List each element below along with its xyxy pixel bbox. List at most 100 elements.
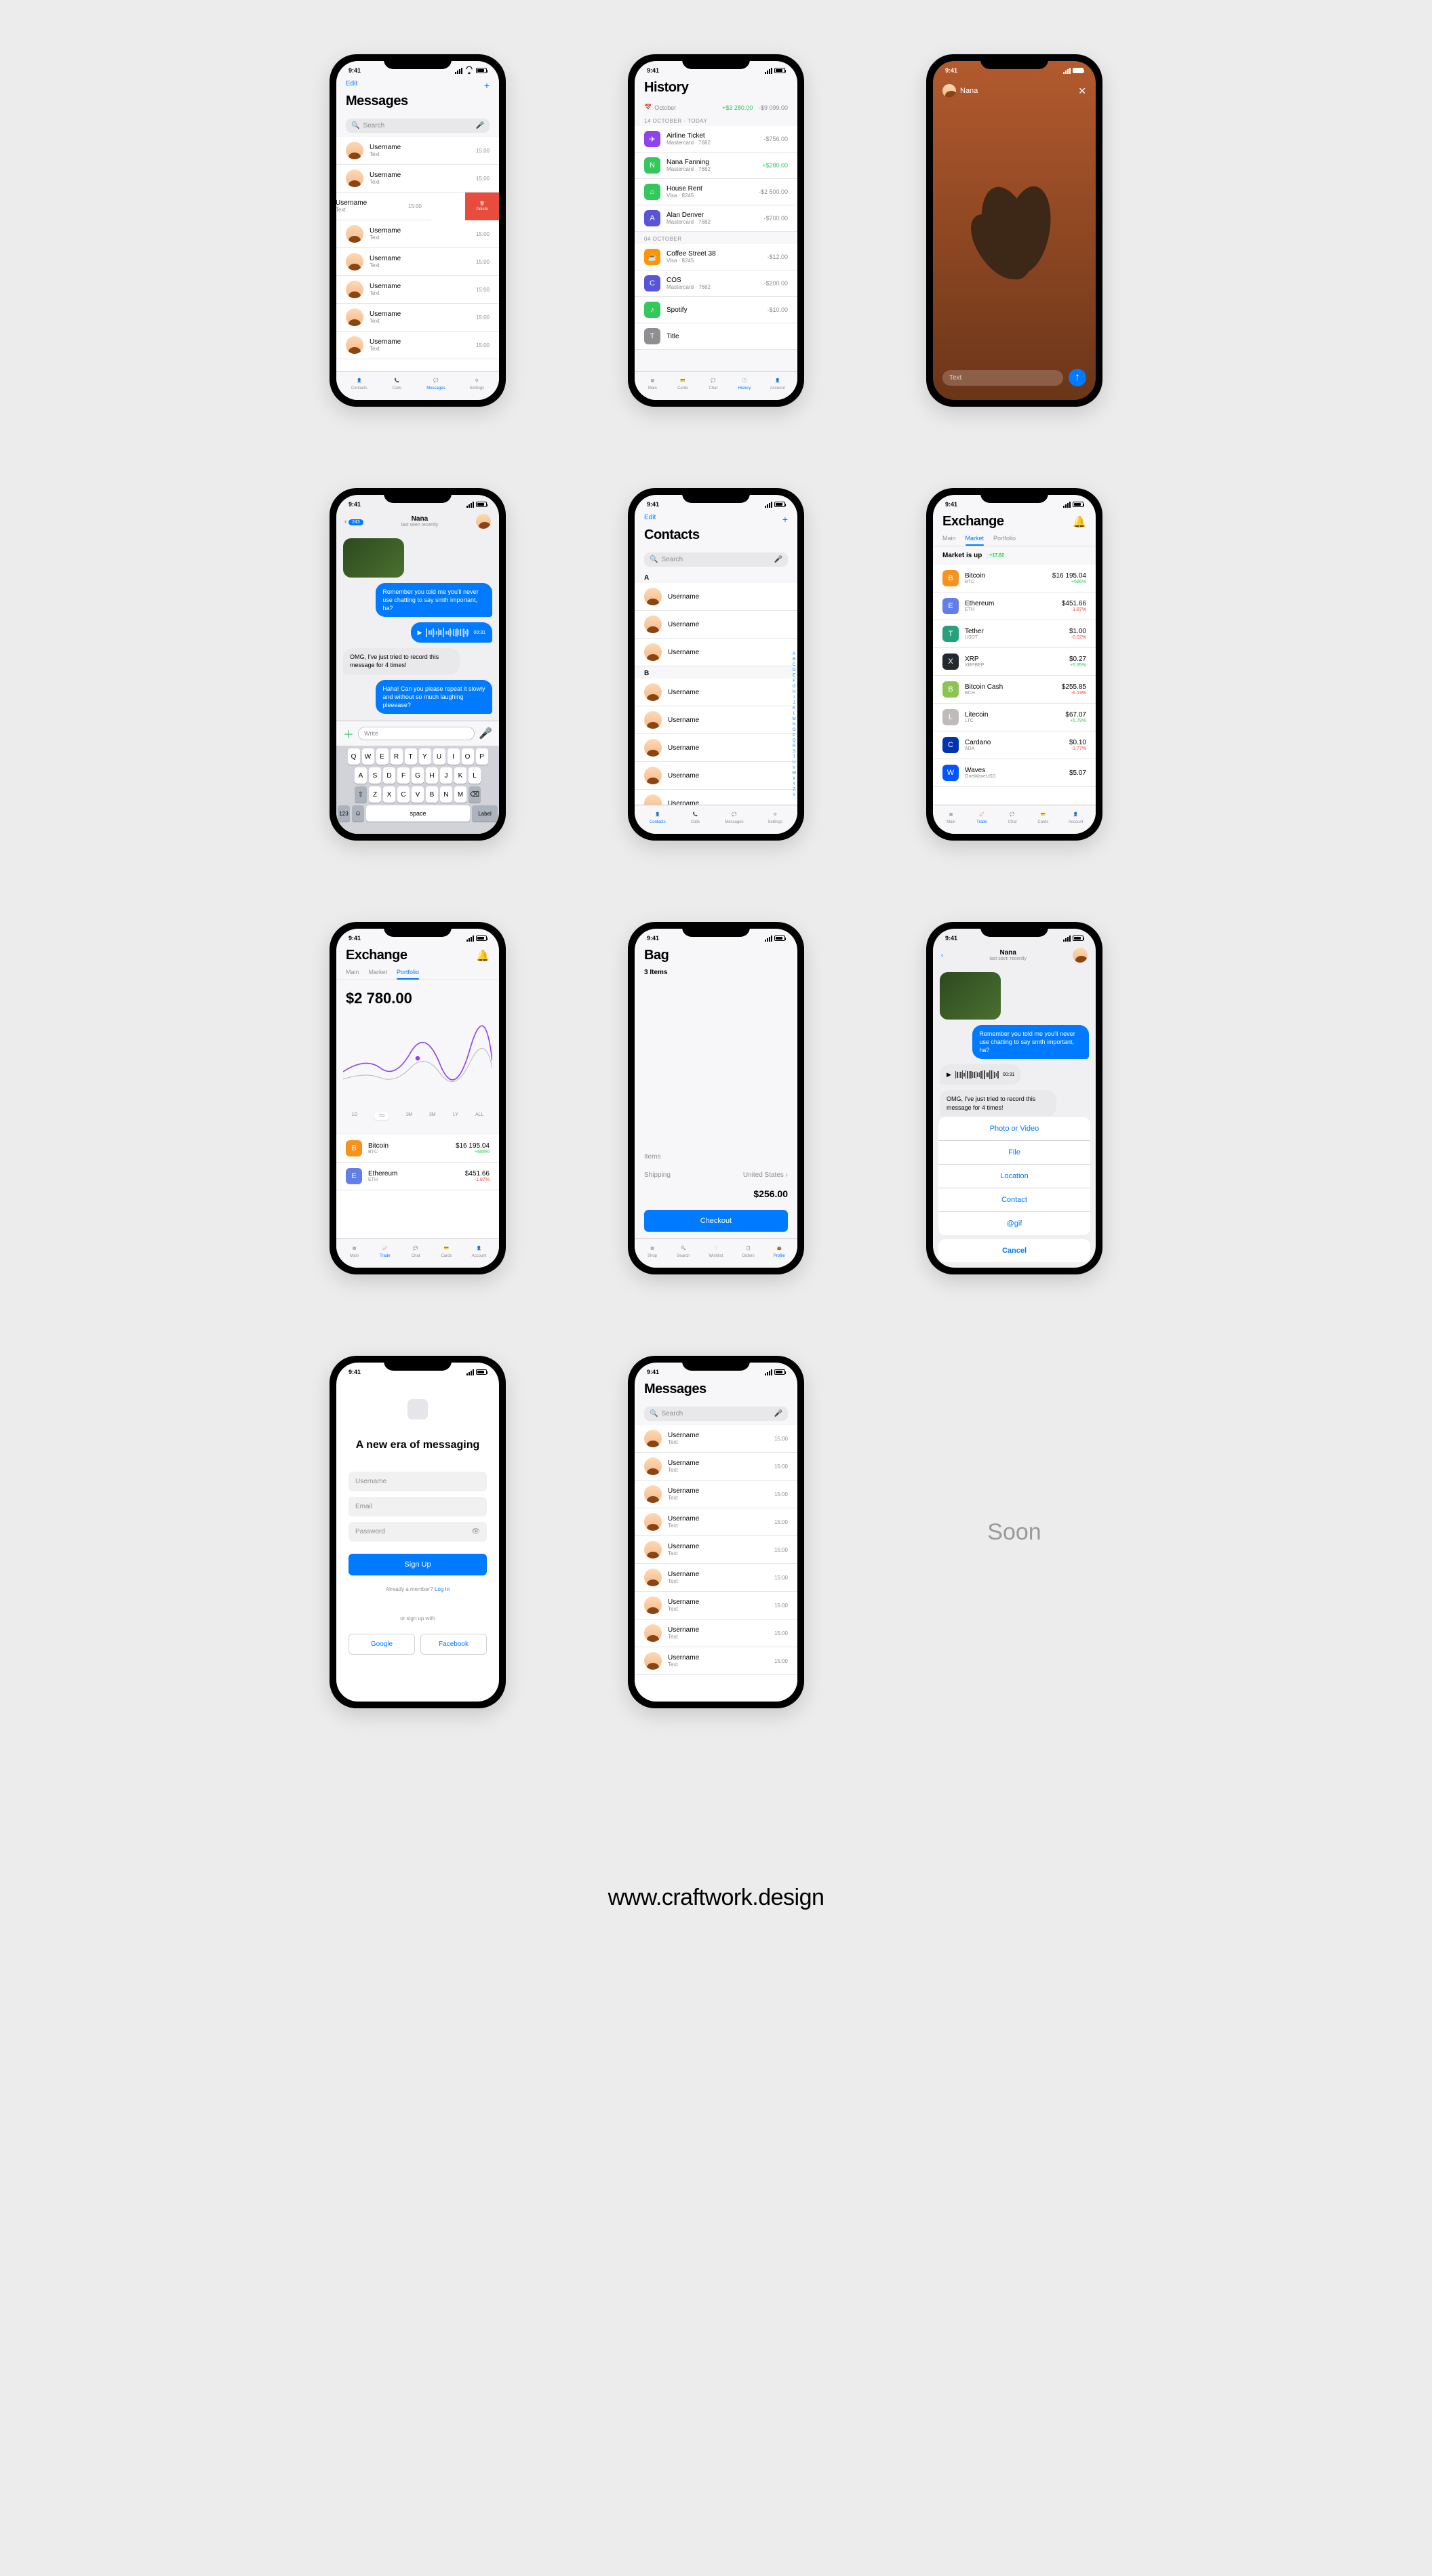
keyboard[interactable]: QWERTYUIOPASDFGHJKL⇧ZXCVBNM⌫123☺spaceLab… <box>336 746 499 834</box>
label-key[interactable]: Label <box>472 805 498 822</box>
bell-icon[interactable]: 🔔 <box>1073 515 1086 529</box>
contact-row[interactable]: Username <box>635 583 797 611</box>
tab-main[interactable]: Main <box>942 535 956 542</box>
tab-chat[interactable]: 💬Chat <box>708 375 719 390</box>
key-W[interactable]: W <box>362 748 374 765</box>
voice-message[interactable]: ▶00:31 <box>940 1064 1021 1085</box>
input-email[interactable]: Email <box>349 1497 487 1516</box>
voice-icon[interactable]: 🎤 <box>479 727 492 740</box>
num-key[interactable]: 123 <box>338 805 350 822</box>
sheet-option[interactable]: @gif <box>938 1212 1090 1235</box>
key-Q[interactable]: Q <box>348 748 360 765</box>
key-P[interactable]: P <box>476 748 488 765</box>
message-row[interactable]: UsernameText15:00 <box>336 304 499 331</box>
checkout-button[interactable]: Checkout <box>644 1210 788 1232</box>
key-H[interactable]: H <box>426 767 438 784</box>
tab-history[interactable]: 🕐History <box>738 375 751 390</box>
timerange-7D[interactable]: 7D <box>374 1112 389 1120</box>
key-J[interactable]: J <box>440 767 452 784</box>
coin-row[interactable]: BBitcoinBTC$16 195.04+686% <box>933 565 1096 592</box>
key-K[interactable]: K <box>454 767 466 784</box>
tab-trade[interactable]: 📈Trade <box>976 809 987 824</box>
tab-trade[interactable]: 📈Trade <box>380 1243 391 1258</box>
bell-icon[interactable]: 🔔 <box>476 949 490 963</box>
tab-settings[interactable]: ⚙Settings <box>768 809 782 824</box>
message-row[interactable]: UsernameText15:00 <box>635 1619 797 1647</box>
edit-button[interactable]: Edit <box>346 80 357 91</box>
contact-row[interactable]: Username <box>635 679 797 706</box>
coin-row[interactable]: TTetherUSDT$1.00-0.02% <box>933 620 1096 648</box>
tab-calls[interactable]: 📞Calls <box>690 809 700 824</box>
coin-row[interactable]: EEthereumETH$451.66-1.87% <box>933 592 1096 620</box>
tab-cards[interactable]: 💳Cards <box>441 1243 452 1258</box>
tab-profile[interactable]: 👜Profile <box>774 1243 785 1258</box>
image-message[interactable] <box>343 538 404 578</box>
calendar-icon[interactable]: 📅 <box>644 104 652 111</box>
close-icon[interactable]: ✕ <box>1078 85 1086 97</box>
space-key[interactable]: space <box>366 805 470 822</box>
tab-main[interactable]: Main <box>346 969 359 975</box>
key-M[interactable]: M <box>454 786 466 803</box>
key-Z[interactable]: Z <box>369 786 381 803</box>
back-icon[interactable]: ‹ 243 <box>344 518 363 525</box>
message-bubble[interactable]: Haha! Can you please repeat it slowly an… <box>376 680 492 714</box>
key-U[interactable]: U <box>433 748 445 765</box>
contact-row[interactable]: Username <box>635 639 797 666</box>
image-message[interactable] <box>940 972 1001 1020</box>
timerange-1D[interactable]: 1D <box>351 1112 357 1120</box>
tab-shop[interactable]: ▦Shop <box>647 1243 658 1258</box>
sheet-option[interactable]: File <box>938 1141 1090 1165</box>
cancel-button[interactable]: Cancel <box>938 1239 1090 1262</box>
tab-orders[interactable]: 📋Orders <box>742 1243 754 1258</box>
message-bubble[interactable]: Remember you told me you'll never use ch… <box>972 1025 1089 1059</box>
key-G[interactable]: G <box>412 767 424 784</box>
transaction-row[interactable]: TTitle <box>635 323 797 350</box>
transaction-row[interactable]: CCOSMastercard · 7682-$200.00 <box>635 270 797 297</box>
input-password[interactable]: Password👁 <box>349 1522 487 1542</box>
message-row[interactable]: UsernameText15:00 <box>635 1425 797 1453</box>
sheet-option[interactable]: Contact <box>938 1188 1090 1212</box>
transaction-row[interactable]: AAlan DenverMastercard · 7682-$700.00 <box>635 205 797 232</box>
key-R[interactable]: R <box>391 748 403 765</box>
tab-main[interactable]: ▦Main <box>349 1243 360 1258</box>
contact-row[interactable]: Username <box>635 762 797 790</box>
transaction-row[interactable]: ✈Airline TicketMastercard · 7682-$756.00 <box>635 126 797 153</box>
key-T[interactable]: T <box>405 748 417 765</box>
shift-key[interactable]: ⇧ <box>355 786 367 803</box>
message-row[interactable]: UsernameText15:00 <box>336 220 499 248</box>
sheet-option[interactable]: Location <box>938 1165 1090 1188</box>
backspace-key[interactable]: ⌫ <box>469 786 481 803</box>
tab-cards[interactable]: 💳Cards <box>677 375 688 390</box>
index-strip[interactable]: ABCDEFGHIJKLMNOPQRSTUVWXYZ# <box>792 652 796 797</box>
search-input[interactable]: 🔍Search🎤 <box>346 119 490 133</box>
eye-icon[interactable]: 👁 <box>471 1528 480 1535</box>
tab-account[interactable]: 👤Account <box>1069 809 1083 824</box>
tab-search[interactable]: 🔍Search <box>677 1243 690 1258</box>
tab-account[interactable]: 👤Account <box>472 1243 487 1258</box>
key-O[interactable]: O <box>462 748 474 765</box>
message-row[interactable]: UsernameText15:00 <box>336 331 499 359</box>
search-input[interactable]: 🔍Search🎤 <box>644 552 788 567</box>
tab-main[interactable]: ▦Main <box>647 375 658 390</box>
key-V[interactable]: V <box>412 786 424 803</box>
key-I[interactable]: I <box>447 748 460 765</box>
message-row[interactable]: UsernameText15:00 <box>635 1453 797 1481</box>
message-bubble[interactable]: OMG, I've just tried to record this mess… <box>940 1090 1056 1116</box>
delete-button[interactable]: 🗑Delete <box>465 193 499 220</box>
tab-contacts[interactable]: 👤Contacts <box>351 375 367 390</box>
key-B[interactable]: B <box>426 786 438 803</box>
key-N[interactable]: N <box>440 786 452 803</box>
timerange-ALL[interactable]: ALL <box>475 1112 483 1120</box>
voice-message[interactable]: ▶00:31 <box>411 622 492 643</box>
transaction-row[interactable]: NNana FanningMastercard · 7682+$280.00 <box>635 153 797 179</box>
message-row[interactable]: UsernameText15:00 <box>635 1564 797 1592</box>
facebook-button[interactable]: Facebook <box>420 1634 487 1655</box>
tab-chat[interactable]: 💬Chat <box>1007 809 1018 824</box>
coin-row[interactable]: XXRPXRPBEP$0.27+5.95% <box>933 648 1096 676</box>
google-button[interactable]: Google <box>349 1634 415 1655</box>
coin-row[interactable]: WWavesOneWaveUSD$5.07 <box>933 759 1096 787</box>
coin-row[interactable]: BBitcoin CashBCH$255.85-6.19% <box>933 676 1096 704</box>
contact-row[interactable]: Username <box>635 734 797 762</box>
compose-icon[interactable]: + <box>484 80 490 91</box>
key-F[interactable]: F <box>397 767 410 784</box>
